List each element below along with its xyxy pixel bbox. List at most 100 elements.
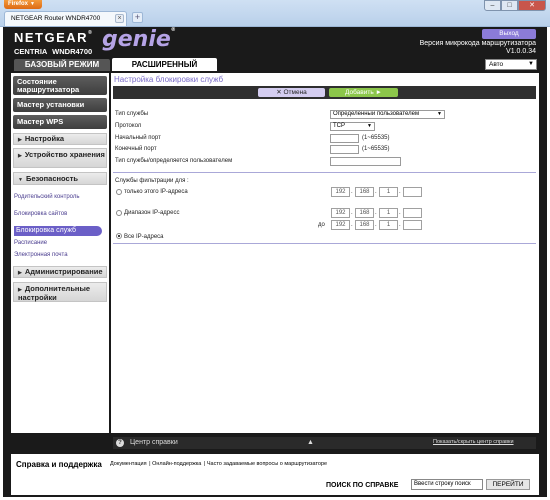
help-icon: ? bbox=[116, 439, 124, 447]
logout-button[interactable]: Выход bbox=[482, 29, 536, 39]
range-to-octet4[interactable] bbox=[403, 220, 422, 230]
help-center-title: Центр справки bbox=[130, 439, 178, 446]
protocol-select[interactable]: TCP ▼ bbox=[330, 122, 375, 131]
help-search-input[interactable]: Ввести строку поиск bbox=[411, 479, 483, 490]
netgear-logo: NETGEAR® bbox=[14, 30, 94, 45]
range-from-octet3[interactable]: 1 bbox=[379, 208, 398, 218]
all-ip-label: Все IP-адреса bbox=[124, 234, 164, 240]
sidebar-group-security[interactable]: ▼ Безопасность bbox=[13, 172, 107, 185]
sidebar-group-storage-label: Устройство хранения bbox=[24, 150, 105, 159]
minimize-icon[interactable]: – bbox=[484, 0, 501, 11]
triangle-down-icon: ▼ bbox=[18, 177, 23, 183]
model-name: CENTRIA WNDR4700 bbox=[14, 47, 92, 56]
end-port-label: Конечный порт bbox=[115, 146, 157, 152]
only-ip-octet4[interactable] bbox=[403, 187, 422, 197]
sidebar-item-parental-control[interactable]: Родительский контроль bbox=[14, 194, 84, 201]
range-from-octet2[interactable]: 168 bbox=[355, 208, 374, 218]
only-ip-octet2[interactable]: 168 bbox=[355, 187, 374, 197]
link-faq[interactable]: Часто задаваемые вопросы о маршрутизатор… bbox=[207, 461, 327, 467]
triangle-right-icon: ▶ bbox=[18, 137, 22, 143]
service-type-label: Тип службы bbox=[115, 111, 149, 117]
new-tab-button[interactable]: + bbox=[132, 12, 143, 23]
triangle-right-icon: ▶ bbox=[18, 153, 22, 159]
language-select[interactable]: Авто ▼ bbox=[485, 59, 537, 70]
firefox-menu-label: Firefox bbox=[8, 1, 29, 7]
chevron-down-icon: ▼ bbox=[528, 61, 534, 67]
sidebar-group-advanced[interactable]: ▶ Дополнительные настройки bbox=[13, 282, 107, 302]
protocol-label: Протокол bbox=[115, 123, 142, 129]
start-port-input[interactable] bbox=[330, 134, 359, 143]
language-value: Авто bbox=[489, 61, 504, 68]
support-links: Документация | Онлайн-поддержка | Часто … bbox=[110, 461, 328, 467]
only-ip-radio[interactable] bbox=[116, 189, 122, 195]
user-defined-input[interactable] bbox=[330, 157, 401, 166]
chevron-down-icon: ▼ bbox=[437, 111, 442, 117]
model-label: WNDR4700 bbox=[52, 47, 93, 56]
user-defined-label: Тип службы/определяется пользователем bbox=[115, 158, 233, 164]
start-port-label: Начальный порт bbox=[115, 135, 161, 141]
triangle-right-icon: ▶ bbox=[18, 270, 22, 276]
filter-label: Службы фильтрации для : bbox=[115, 178, 189, 184]
sidebar-item-email[interactable]: Электронная почта bbox=[14, 252, 68, 259]
support-title: Справка и поддержка bbox=[16, 460, 102, 469]
firefox-menu-button[interactable]: Firefox ▼ bbox=[4, 0, 42, 9]
sidebar-item-block-services[interactable]: Блокировка служб bbox=[14, 226, 102, 236]
sidebar-group-setup-label: Настройка bbox=[24, 134, 64, 143]
end-port-hint: (1~65535) bbox=[362, 146, 390, 152]
genie-logo: genie® bbox=[102, 27, 176, 52]
protocol-value: TCP bbox=[333, 123, 345, 129]
toggle-help-link[interactable]: Показать/скрыть центр справки bbox=[433, 439, 514, 445]
chevron-down-icon: ▼ bbox=[367, 123, 372, 129]
cancel-button[interactable]: ✕ Отмена bbox=[258, 88, 325, 97]
window-controls: – □ ✕ bbox=[484, 0, 546, 11]
firmware-label: Версия микрокода маршрутизатора bbox=[419, 40, 536, 47]
divider bbox=[113, 243, 536, 244]
sidebar-item-wps[interactable]: Мастер WPS bbox=[13, 115, 107, 129]
tab-advanced[interactable]: РАСШИРЕННЫЙ bbox=[112, 58, 217, 71]
sidebar-group-security-label: Безопасность bbox=[25, 174, 78, 183]
sidebar-group-admin[interactable]: ▶ Администрирование bbox=[13, 266, 107, 278]
browser-tab[interactable]: NETGEAR Router WNDR4700 bbox=[4, 11, 127, 26]
to-label: до bbox=[318, 222, 325, 228]
sidebar-group-admin-label: Администрирование bbox=[24, 267, 103, 276]
link-documentation[interactable]: Документация bbox=[110, 461, 147, 467]
browser-tab-title: NETGEAR Router WNDR4700 bbox=[11, 15, 101, 22]
all-ip-radio[interactable] bbox=[116, 233, 122, 239]
end-port-input[interactable] bbox=[330, 145, 359, 154]
page-title: Настройка блокировки служб bbox=[114, 75, 224, 84]
sidebar-group-advanced-label: Дополнительные настройки bbox=[18, 284, 91, 302]
range-to-octet2[interactable]: 168 bbox=[355, 220, 374, 230]
sidebar-group-setup[interactable]: ▶ Настройка bbox=[13, 133, 107, 145]
triangle-up-icon[interactable]: ▲ bbox=[307, 439, 314, 446]
arrow-right-icon: ► bbox=[373, 89, 382, 96]
maximize-icon[interactable]: □ bbox=[501, 0, 518, 11]
service-type-value: Определенный пользователем bbox=[333, 111, 420, 117]
only-ip-octet3[interactable]: 1 bbox=[379, 187, 398, 197]
service-type-select[interactable]: Определенный пользователем ▼ bbox=[330, 110, 445, 119]
add-label: Добавить bbox=[345, 89, 374, 96]
range-from-octet4[interactable] bbox=[403, 208, 422, 218]
close-window-icon[interactable]: ✕ bbox=[518, 0, 546, 11]
range-to-octet3[interactable]: 1 bbox=[379, 220, 398, 230]
chevron-down-icon: ▼ bbox=[30, 1, 35, 7]
range-to-octet1[interactable]: 192 bbox=[331, 220, 350, 230]
link-online-support[interactable]: Онлайн-поддержка bbox=[152, 461, 201, 467]
centria-label: CENTRIA bbox=[14, 47, 48, 56]
close-tab-icon[interactable]: × bbox=[115, 14, 124, 23]
add-button[interactable]: Добавить ► bbox=[329, 88, 398, 97]
start-port-hint: (1~65535) bbox=[362, 135, 390, 141]
sidebar-item-wizard[interactable]: Мастер установки bbox=[13, 98, 107, 112]
tab-basic[interactable]: БАЗОВЫЙ РЕЖИМ bbox=[14, 59, 110, 71]
range-from-octet1[interactable]: 192 bbox=[331, 208, 350, 218]
go-button[interactable]: ПЕРЕЙТИ bbox=[486, 479, 530, 490]
sidebar-item-schedule[interactable]: Расписание bbox=[14, 240, 47, 247]
only-ip-octet1[interactable]: 192 bbox=[331, 187, 350, 197]
divider bbox=[113, 172, 536, 173]
firmware-version: V1.0.0.34 bbox=[506, 48, 536, 55]
main-panel bbox=[111, 73, 539, 433]
sidebar-group-storage[interactable]: ▶ Устройство хранения bbox=[13, 148, 107, 168]
help-search-label: ПОИСК ПО СПРАВКЕ bbox=[326, 482, 399, 489]
sidebar-item-status[interactable]: Состояние маршрутизатора bbox=[13, 76, 107, 95]
sidebar-item-block-sites[interactable]: Блокировка сайтов bbox=[14, 211, 67, 218]
range-radio[interactable] bbox=[116, 210, 122, 216]
